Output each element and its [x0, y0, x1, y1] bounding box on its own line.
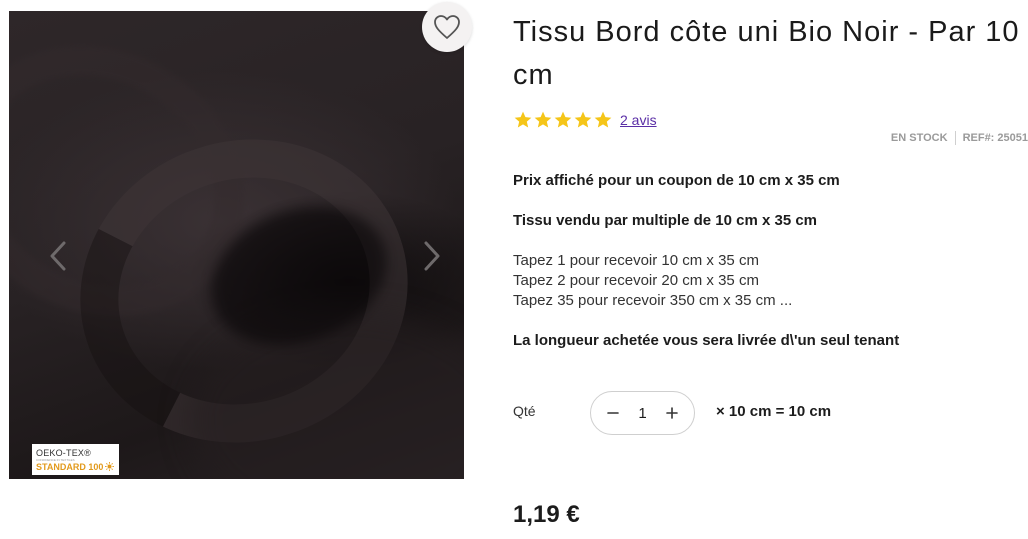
star-icon: [554, 111, 572, 128]
chevron-left-icon: [50, 241, 66, 271]
product-title: Tissu Bord côte uni Bio Noir - Par 10 cm: [513, 16, 1020, 91]
quantity-stepper: [590, 391, 695, 435]
delivery-info: La longueur achetée vous sera livrée d\'…: [513, 332, 900, 349]
decrease-quantity-button[interactable]: [603, 403, 623, 423]
multiple-info: Tissu vendu par multiple de 10 cm x 35 c…: [513, 212, 818, 229]
stock-status: EN STOCK: [890, 132, 948, 144]
product-reference: REF#: 25051: [962, 132, 1028, 144]
quantity-example: Tapez 35 pour recevoir 350 cm x 35 cm ..…: [513, 292, 793, 309]
chevron-right-icon: [424, 241, 440, 271]
star-icon: [594, 111, 612, 128]
stock-info: EN STOCK REF#: 25051: [891, 131, 1028, 145]
fabric-fold-shading: [189, 311, 464, 479]
oeko-tex-standard: STANDARD 100: [36, 462, 115, 472]
sun-icon: [105, 462, 115, 471]
minus-icon: [607, 412, 619, 414]
coupon-info: Prix affiché pour un coupon de 10 cm x 3…: [513, 172, 840, 189]
oeko-tex-badge: OEKO-TEX® CONFIDENCE IN TEXTILES STANDAR…: [32, 444, 119, 475]
star-icon: [534, 111, 552, 128]
fabric-fold-shading: [40, 97, 448, 479]
star-icon: [574, 111, 592, 128]
reviews-link[interactable]: 2 avis: [620, 112, 657, 128]
product-image-gallery: OEKO-TEX® CONFIDENCE IN TEXTILES STANDAR…: [9, 11, 464, 479]
quantity-examples: Tapez 1 pour recevoir 10 cm x 35 cm Tape…: [513, 251, 792, 311]
quantity-result: × 10 cm = 10 cm: [716, 403, 832, 420]
quantity-label: Qté: [513, 403, 536, 419]
next-image-button[interactable]: [415, 239, 449, 273]
add-to-favorites-button[interactable]: [422, 2, 472, 52]
stock-divider: [954, 131, 956, 145]
previous-image-button[interactable]: [41, 239, 75, 273]
plus-icon: [666, 407, 678, 419]
product-rating: 2 avis: [513, 110, 657, 130]
fabric-fold-shading: [192, 184, 406, 368]
increase-quantity-button[interactable]: [662, 403, 682, 423]
heart-icon: [434, 15, 460, 39]
star-icon: [514, 111, 532, 128]
quantity-input[interactable]: [627, 404, 658, 422]
rating-stars: [513, 110, 613, 130]
oeko-tex-standard-label: STANDARD 100: [36, 461, 104, 472]
oeko-tex-brand: OEKO-TEX®: [36, 447, 91, 458]
product-price: 1,19 €: [513, 501, 580, 528]
quantity-example: Tapez 2 pour recevoir 20 cm x 35 cm: [513, 272, 759, 289]
fabric-fold-shading: [9, 11, 294, 369]
quantity-example: Tapez 1 pour recevoir 10 cm x 35 cm: [513, 252, 759, 269]
